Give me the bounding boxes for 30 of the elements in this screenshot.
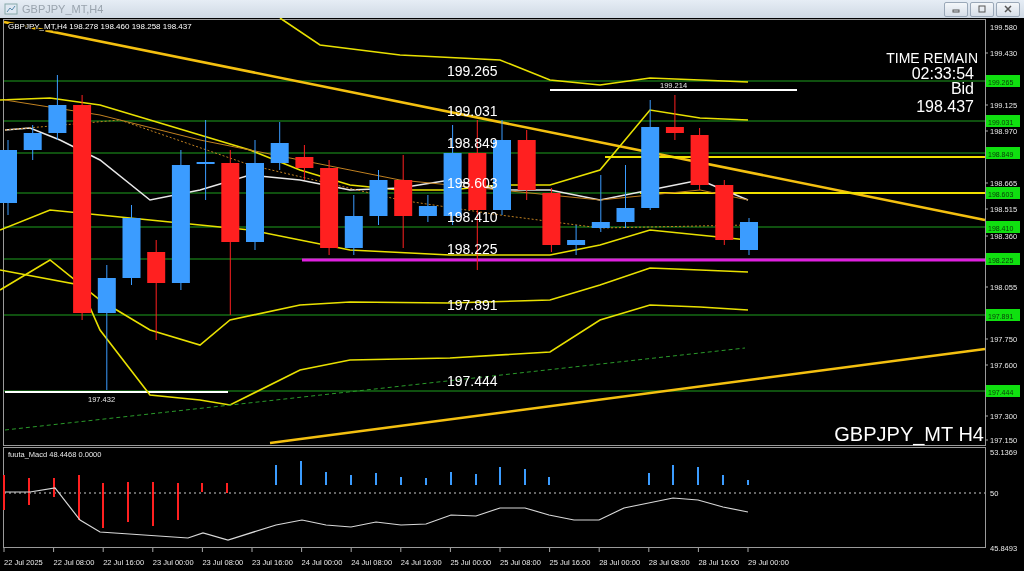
bearish-candle bbox=[715, 179, 734, 246]
bullish-candle bbox=[616, 164, 635, 229]
bullish-candle bbox=[23, 124, 42, 161]
bullish-candle bbox=[418, 194, 437, 223]
bullish-candle bbox=[740, 217, 758, 256]
bullish-candle bbox=[591, 174, 610, 233]
bearish-candle bbox=[542, 187, 561, 253]
bullish-candle bbox=[270, 121, 289, 171]
bullish-candle bbox=[344, 194, 363, 256]
bearish-candle bbox=[295, 144, 314, 181]
bid-label: Bid bbox=[950, 80, 974, 97]
window-title: GBPJPY_MT,H4 bbox=[22, 3, 104, 15]
price-level-label: 199.031 bbox=[447, 103, 498, 119]
bearish-candle bbox=[665, 94, 684, 141]
price-level-label: 197.444 bbox=[447, 373, 498, 389]
bullish-candle bbox=[48, 74, 67, 141]
price-level-label: 199.265 bbox=[447, 63, 498, 79]
symbol-label: GBPJPY_MT H4 bbox=[834, 423, 984, 445]
minimize-button[interactable] bbox=[944, 1, 968, 17]
bearish-candle bbox=[517, 129, 536, 201]
bullish-candle bbox=[369, 169, 388, 226]
close-button[interactable] bbox=[996, 1, 1020, 17]
chart-window-icon bbox=[4, 2, 18, 16]
time-remain-value: 02:33:54 bbox=[911, 65, 974, 82]
time-remain-label: TIME REMAIN bbox=[886, 50, 978, 66]
bullish-candle bbox=[567, 224, 586, 256]
bid-price: 198.437 bbox=[916, 98, 974, 115]
close-icon bbox=[1003, 4, 1013, 14]
restore-icon bbox=[977, 4, 987, 14]
price-level-label: 198.603 bbox=[447, 175, 498, 191]
